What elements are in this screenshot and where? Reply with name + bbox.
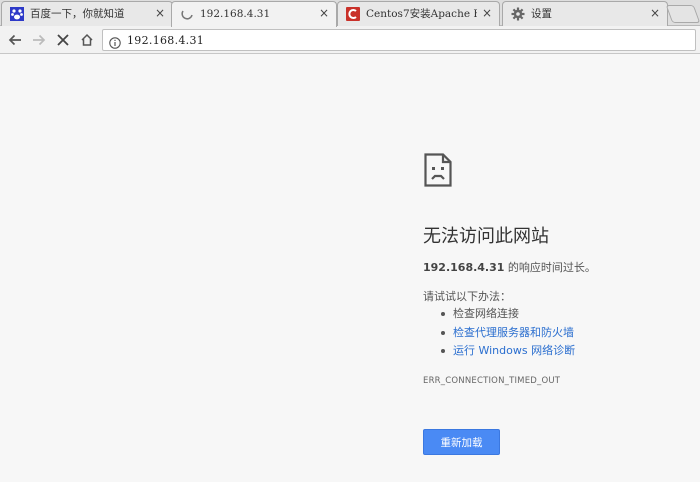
address-bar[interactable]: 192.168.4.31 — [102, 29, 696, 51]
tab-close-icon[interactable]: × — [318, 7, 330, 19]
error-heading: 无法访问此网站 — [423, 226, 549, 247]
forward-button[interactable] — [29, 30, 49, 50]
info-icon[interactable] — [109, 34, 121, 49]
host-name: 192.168.4.31 — [423, 261, 505, 274]
csdn-c-icon — [346, 7, 360, 21]
url-text: 192.168.4.31 — [127, 34, 205, 47]
error-code: ERR_CONNECTION_TIMED_OUT — [423, 376, 561, 386]
tab-strip: 百度一下，你就知道 × 192.168.4.31 × Centos7安装Apac… — [0, 0, 700, 27]
home-button[interactable] — [77, 30, 97, 50]
reload-button[interactable]: 重新加载 — [423, 429, 500, 455]
suggestion-check-proxy-link[interactable]: 检查代理服务器和防火墙 — [441, 324, 575, 343]
home-icon — [81, 33, 93, 46]
tab-baidu[interactable]: 百度一下，你就知道 × — [1, 1, 173, 26]
tab-title: 192.168.4.31 — [200, 8, 271, 20]
tab-title: 百度一下，你就知道 — [30, 8, 125, 20]
error-description: 192.168.4.31 的响应时间过长。 — [423, 259, 596, 275]
stop-button[interactable] — [53, 30, 73, 50]
back-arrow-icon — [8, 34, 21, 46]
loading-spinner-icon — [180, 7, 194, 21]
forward-arrow-icon — [33, 34, 46, 46]
tab-active-page[interactable]: 192.168.4.31 × — [171, 1, 337, 27]
error-page: 无法访问此网站 192.168.4.31 的响应时间过长。 请试试以下办法： 检… — [0, 55, 700, 482]
tab-close-icon[interactable]: × — [481, 7, 493, 19]
suggestions-label: 请试试以下办法： — [423, 290, 511, 303]
tab-title: Centos7安装Apache Http — [366, 8, 477, 20]
tab-close-icon[interactable]: × — [154, 7, 166, 19]
gear-icon — [511, 7, 525, 21]
toolbar: 192.168.4.31 — [0, 26, 700, 54]
suggestion-check-connection: 检查网络连接 — [441, 305, 575, 324]
suggestions-list: 检查网络连接 检查代理服务器和防火墙 运行 Windows 网络诊断 — [441, 305, 575, 361]
tab-title: 设置 — [531, 8, 552, 20]
tab-csdn[interactable]: Centos7安装Apache Http × — [337, 1, 500, 26]
description-suffix: 的响应时间过长。 — [504, 261, 596, 274]
back-button[interactable] — [5, 30, 25, 50]
stop-x-icon — [57, 34, 69, 46]
tab-close-icon[interactable]: × — [649, 7, 661, 19]
new-tab-button[interactable] — [665, 5, 700, 23]
suggestion-run-diagnostics-link[interactable]: 运行 Windows 网络诊断 — [441, 342, 575, 361]
sad-page-icon — [424, 153, 452, 187]
baidu-paw-icon — [10, 7, 24, 21]
tab-settings[interactable]: 设置 × — [502, 1, 668, 26]
